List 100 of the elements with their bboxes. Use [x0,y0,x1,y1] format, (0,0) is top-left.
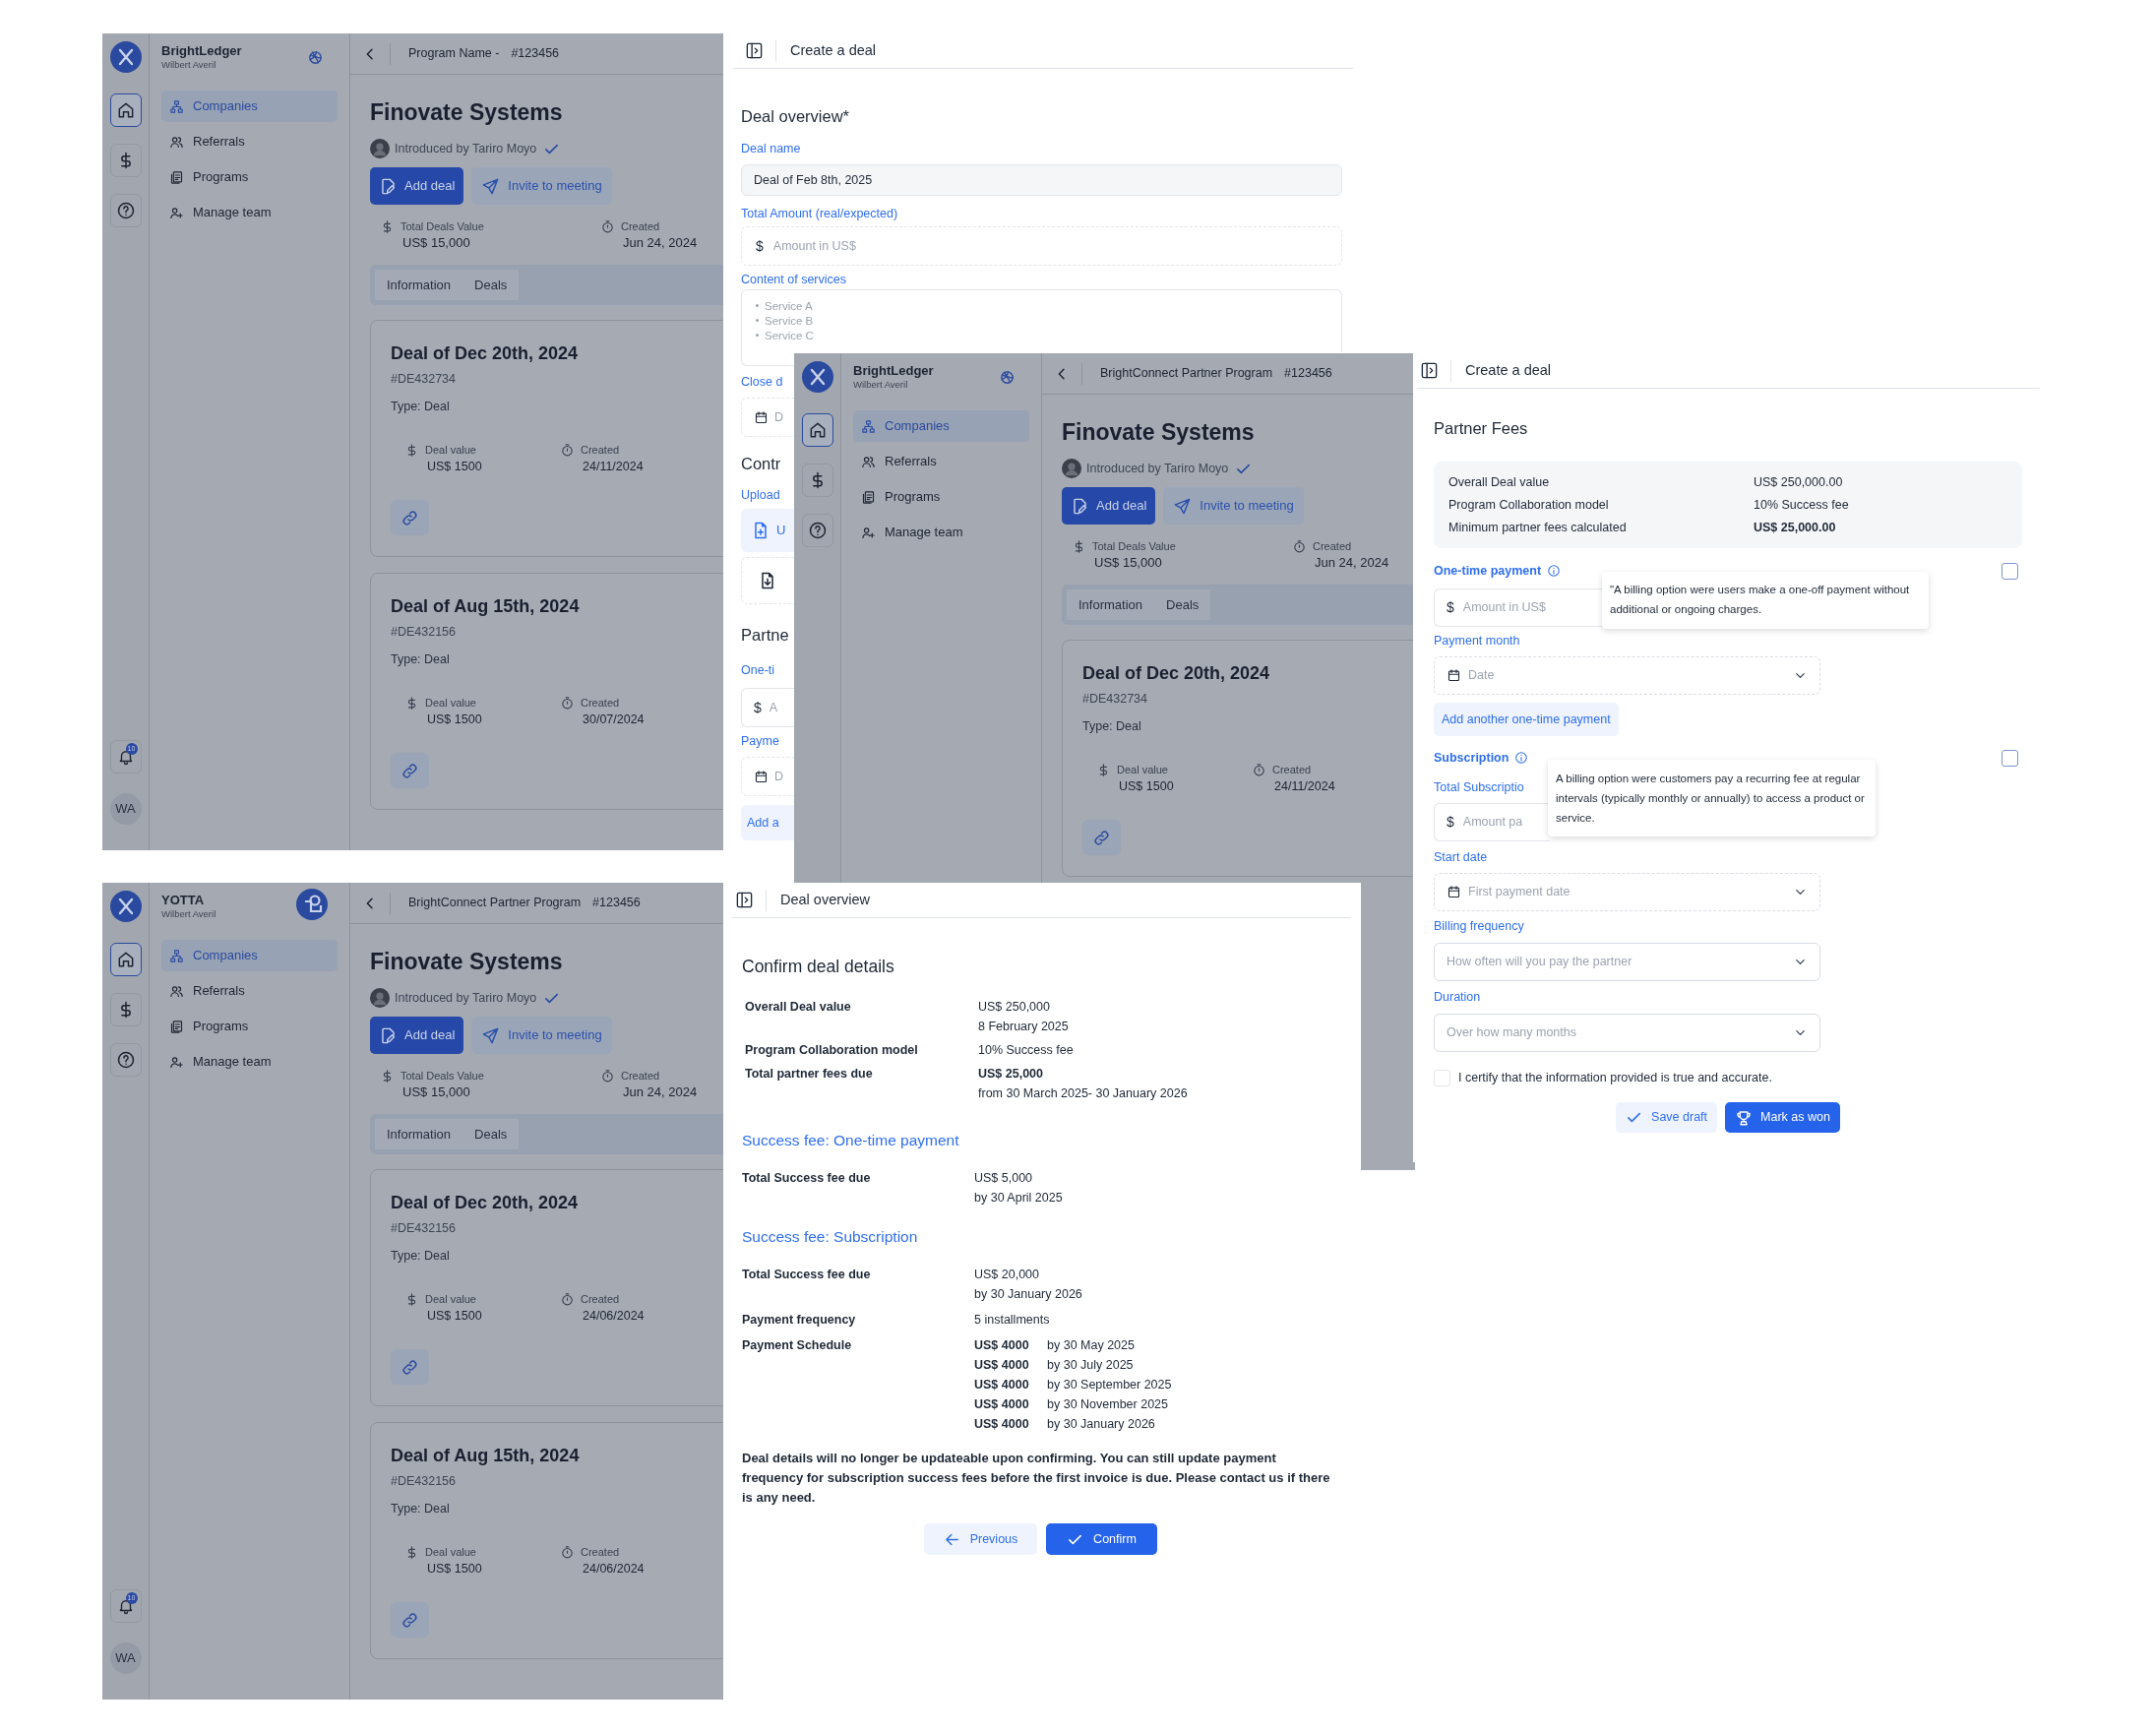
program-title: BrightConnect Partner Program [1100,365,1273,383]
nav-item[interactable]: Referrals [161,126,338,157]
link-button[interactable] [1082,820,1121,855]
documents-icon [861,489,876,505]
nav-item[interactable]: Companies [161,91,338,122]
tab[interactable]: Deals [1154,589,1211,620]
placeholder: Amount in US$ [772,237,856,255]
confirm-button[interactable]: Confirm [1046,1523,1157,1555]
stat-value: US$ 15,000 [402,1083,471,1101]
tab[interactable]: Information [375,270,463,300]
dollar-button[interactable] [801,464,833,497]
summary-value: 10% Success fee [1754,497,1849,515]
nav-item[interactable]: Referrals [853,446,1029,477]
badge-logo-icon [296,889,328,920]
field-label: Upload [741,487,780,504]
installment-due: by 30 November 2025 [1047,1396,1168,1413]
deal-type: Type: Deal [1082,718,1141,735]
help-button[interactable] [109,194,142,227]
stat-value: 30/07/2024 [583,712,645,728]
placeholder: Over how many months [1447,1024,1576,1042]
trophy-icon [1735,1108,1754,1127]
program-id: #123456 [1284,365,1332,383]
edit-document-icon [1071,496,1089,516]
stat-label: Total Deals Value [400,1069,484,1083]
invite-button[interactable]: Invite to meeting [471,1017,612,1054]
nav-item[interactable]: Programs [853,481,1029,513]
tab[interactable]: Deals [462,270,520,300]
detail-label: Total partner fees due [745,1066,873,1083]
previous-button[interactable]: Previous [924,1523,1037,1555]
nav-item[interactable]: Manage team [853,517,1029,548]
help-button[interactable] [109,1043,142,1077]
section-heading: Deal overview* [741,106,850,127]
field-label: Total Amount (real/expected) [741,206,898,222]
add-payment-button[interactable]: Add another one-time payment [1434,703,1619,736]
user-name: Wilbert Averil [161,59,217,71]
add-deal-button[interactable]: Add deal [370,1017,464,1054]
stat-label: Created [581,696,621,711]
save-draft-button[interactable]: Save draft [1616,1102,1718,1133]
panel-title: Deal overview [780,890,871,909]
nav-item[interactable]: Programs [161,161,338,193]
home-button[interactable] [109,93,142,127]
stat-label: Created [581,443,621,458]
user-avatar[interactable]: WA [109,793,142,825]
nav-item[interactable]: Manage team [161,197,338,228]
nav-item[interactable]: Companies [161,940,338,971]
avatar-icon [370,988,390,1008]
dollar-button[interactable] [109,144,142,177]
deal-type: Type: Deal [391,399,450,415]
link-button[interactable] [391,500,429,535]
section-heading: Partne [741,625,789,646]
amount-field[interactable]: $ Amount in US$ [741,226,1342,266]
stat-value: US$ 15,000 [1094,554,1163,572]
tab[interactable]: Information [375,1119,463,1149]
service-placeholder: Service B [765,313,814,328]
deal-title: Deal of Aug 15th, 2024 [391,1445,580,1467]
avatar-icon [1062,459,1081,478]
link-button[interactable] [391,1602,429,1638]
nav-item[interactable]: Companies [853,410,1029,442]
field-label: One-ti [741,662,775,679]
stat-value: US$ 1500 [427,712,482,728]
calendar-icon [754,769,769,784]
edit-document-icon [379,1025,398,1045]
nav-item[interactable]: Manage team [161,1046,338,1078]
summary-label: Program Collaboration model [1448,497,1610,515]
user-avatar[interactable]: WA [109,1642,142,1674]
link-button[interactable] [391,1349,429,1385]
dollar-button[interactable] [109,993,142,1026]
help-button[interactable] [801,514,833,547]
invite-button[interactable]: Invite to meeting [471,167,612,205]
add-payment-button[interactable]: Add a [741,805,794,840]
calendar-icon [754,409,769,425]
option-title: One-time payment [1434,563,1542,580]
checkbox[interactable] [2002,749,2018,767]
invite-button[interactable]: Invite to meeting [1163,487,1304,525]
placeholder: A [769,699,778,716]
panel-title: Create a deal [790,40,877,60]
nav-item[interactable]: Referrals [161,975,338,1007]
nav-item[interactable]: Programs [161,1011,338,1042]
company-name: Finovate Systems [1062,418,1255,447]
summary-label: Minimum partner fees calculated [1448,520,1628,537]
mark-as-won-button[interactable]: Mark as won [1725,1102,1840,1133]
home-button[interactable] [801,413,833,447]
deal-name-field[interactable]: Deal of Feb 8th, 2025 [741,164,1342,196]
link-button[interactable] [391,753,429,788]
placeholder: D [774,408,784,426]
add-deal-button[interactable]: Add deal [370,167,464,205]
org-chart-icon [169,948,184,963]
tab[interactable]: Deals [462,1119,520,1149]
field-label: Start date [1434,849,1488,866]
upload-button[interactable]: U [741,509,794,552]
currency-prefix: $ [754,698,762,717]
tab[interactable]: Information [1067,589,1155,620]
checkbox[interactable] [2002,562,2018,580]
home-button[interactable] [109,943,142,976]
detail-value: US$ 20,000 [974,1267,1040,1283]
documents-icon [169,1019,184,1034]
stat-value: Jun 24, 2024 [623,234,698,252]
link-icon [400,508,419,527]
send-icon [481,176,501,196]
add-deal-button[interactable]: Add deal [1062,487,1156,525]
